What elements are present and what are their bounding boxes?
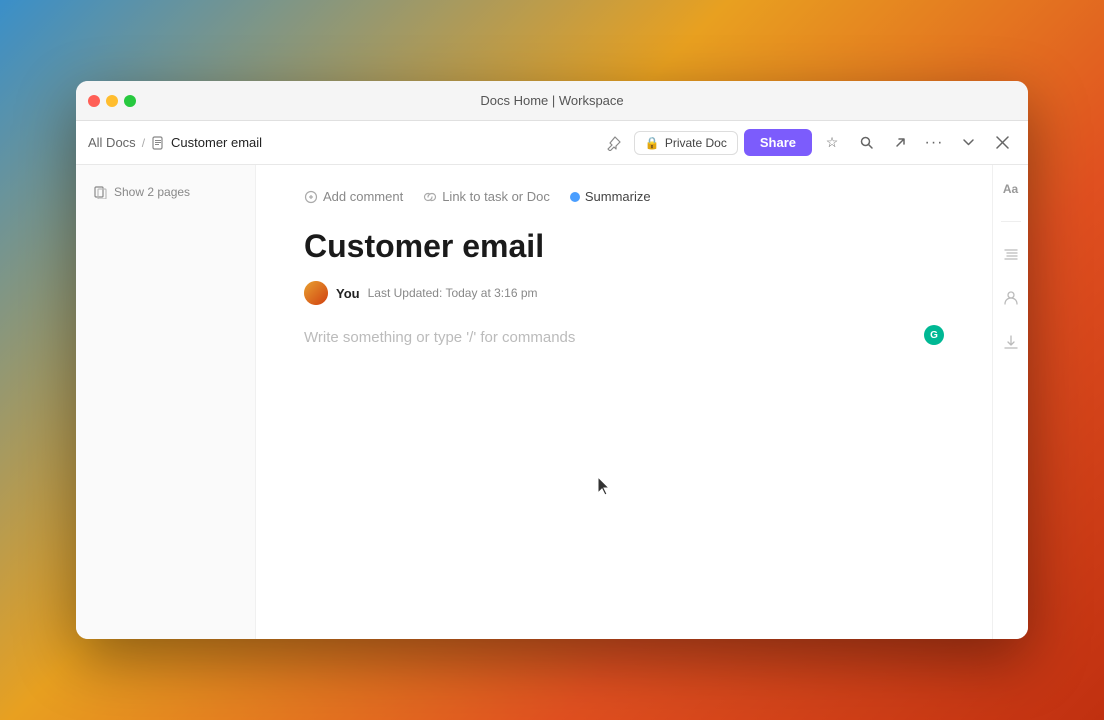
more-icon: ··· bbox=[925, 134, 944, 152]
download-icon bbox=[1003, 334, 1019, 350]
add-comment-label: Add comment bbox=[323, 189, 403, 204]
export-button[interactable] bbox=[886, 129, 914, 157]
private-doc-label: Private Doc bbox=[665, 136, 727, 150]
star-button[interactable]: ☆ bbox=[818, 129, 846, 157]
maximize-button[interactable] bbox=[124, 95, 136, 107]
show-pages-label: Show 2 pages bbox=[114, 185, 190, 199]
link-task-label: Link to task or Doc bbox=[442, 189, 550, 204]
summarize-dot bbox=[570, 192, 580, 202]
close-button[interactable] bbox=[88, 95, 100, 107]
close-icon bbox=[996, 136, 1009, 149]
share-button[interactable]: Share bbox=[744, 129, 812, 156]
last-updated-text: Last Updated: Today at 3:16 pm bbox=[368, 286, 538, 300]
pages-icon bbox=[94, 185, 108, 199]
doc-toolbar: Add comment Link to task or Doc Summariz… bbox=[304, 189, 944, 204]
collapse-button[interactable] bbox=[954, 129, 982, 157]
breadcrumb: All Docs / Customer email bbox=[88, 135, 592, 150]
collaborators-button[interactable] bbox=[999, 286, 1023, 310]
link-task-button[interactable]: Link to task or Doc bbox=[423, 189, 550, 204]
doc-area[interactable]: Add comment Link to task or Doc Summariz… bbox=[256, 165, 992, 639]
doc-icon bbox=[151, 136, 165, 150]
search-button[interactable] bbox=[852, 129, 880, 157]
avatar-image bbox=[304, 281, 328, 305]
avatar bbox=[304, 281, 328, 305]
text-format-button[interactable]: Aa bbox=[999, 177, 1023, 201]
app-window: Docs Home | Workspace All Docs / Custome… bbox=[76, 81, 1028, 639]
right-panel-divider bbox=[1001, 221, 1021, 222]
current-doc-name: Customer email bbox=[171, 135, 262, 150]
nav-actions: 🔒 Private Doc Share ☆ ··· bbox=[600, 129, 1016, 157]
title-bar: Docs Home | Workspace bbox=[76, 81, 1028, 121]
add-comment-button[interactable]: Add comment bbox=[304, 189, 403, 204]
toc-icon bbox=[1003, 246, 1019, 262]
more-button[interactable]: ··· bbox=[920, 129, 948, 157]
main-content: Show 2 pages Add comment bbox=[76, 165, 1028, 639]
editor-area[interactable]: Write something or type '/' for commands… bbox=[304, 329, 944, 529]
pin-icon-btn[interactable] bbox=[600, 129, 628, 157]
summarize-label: Summarize bbox=[585, 189, 651, 204]
comment-icon bbox=[304, 190, 318, 204]
download-button[interactable] bbox=[999, 330, 1023, 354]
all-docs-link[interactable]: All Docs bbox=[88, 135, 136, 150]
private-doc-button[interactable]: 🔒 Private Doc bbox=[634, 131, 738, 155]
people-icon bbox=[1003, 290, 1019, 306]
close-doc-button[interactable] bbox=[988, 129, 1016, 157]
pin-icon bbox=[606, 135, 622, 151]
show-pages-button[interactable]: Show 2 pages bbox=[88, 181, 243, 203]
author-row: You Last Updated: Today at 3:16 pm bbox=[304, 281, 944, 305]
star-icon: ☆ bbox=[826, 134, 839, 151]
author-name: You bbox=[336, 286, 360, 301]
collapse-icon bbox=[961, 135, 976, 150]
export-icon bbox=[893, 135, 908, 150]
editor-placeholder: Write something or type '/' for commands bbox=[304, 329, 575, 346]
traffic-lights bbox=[76, 95, 136, 107]
document-title: Customer email bbox=[304, 228, 944, 265]
window-title: Docs Home | Workspace bbox=[480, 93, 623, 108]
summarize-button[interactable]: Summarize bbox=[570, 189, 651, 204]
toc-button[interactable] bbox=[999, 242, 1023, 266]
nav-bar: All Docs / Customer email 🔒 Private Doc … bbox=[76, 121, 1028, 165]
user-presence-dot: G bbox=[924, 325, 944, 345]
minimize-button[interactable] bbox=[106, 95, 118, 107]
breadcrumb-separator: / bbox=[142, 136, 145, 150]
search-icon bbox=[859, 135, 874, 150]
sidebar: Show 2 pages bbox=[76, 165, 256, 639]
lock-icon: 🔒 bbox=[645, 136, 660, 150]
link-icon bbox=[423, 190, 437, 204]
right-panel: Aa bbox=[992, 165, 1028, 639]
